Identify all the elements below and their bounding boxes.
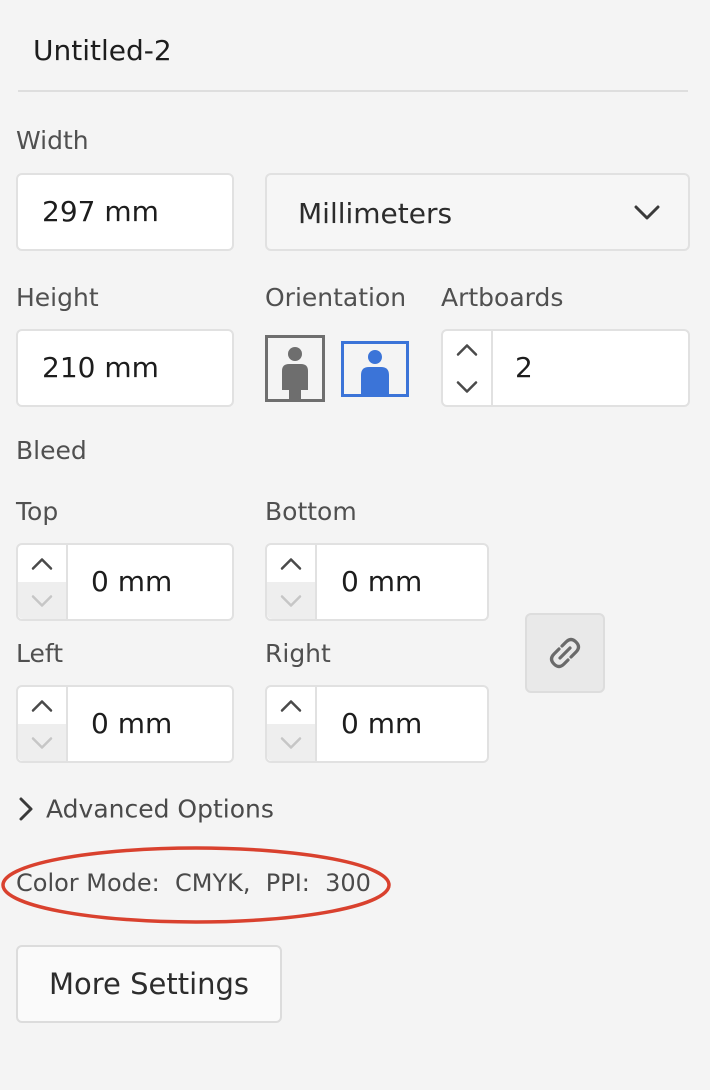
orientation-label: Orientation [265, 283, 407, 312]
bleed-left-decrement-button[interactable] [18, 724, 66, 761]
landscape-orientation-button[interactable] [341, 341, 409, 397]
artboards-stepper[interactable]: 2 [441, 329, 690, 407]
advanced-options-label: Advanced Options [46, 794, 274, 824]
height-label: Height [16, 283, 99, 312]
bleed-label: Bleed [16, 436, 87, 465]
bleed-left-value: 0 mm [91, 707, 173, 740]
advanced-options-toggle[interactable]: Advanced Options [18, 793, 274, 824]
bleed-left-increment-button[interactable] [18, 687, 66, 724]
portrait-orientation-button[interactable] [265, 335, 325, 402]
chevron-up-icon [280, 557, 302, 570]
portrait-icon [282, 347, 308, 399]
bleed-top-value: 0 mm [91, 565, 173, 598]
bleed-left-label: Left [16, 639, 64, 668]
chevron-down-icon [31, 736, 53, 749]
artboards-label: Artboards [441, 283, 564, 312]
more-settings-button[interactable]: More Settings [16, 945, 282, 1023]
chevron-down-icon [31, 594, 53, 607]
width-value: 297 mm [42, 195, 159, 228]
link-bleed-button[interactable] [525, 613, 605, 693]
bleed-bottom-increment-button[interactable] [267, 545, 315, 582]
width-input[interactable]: 297 mm [16, 173, 234, 251]
chevron-right-icon [19, 797, 33, 821]
artboards-value: 2 [515, 351, 533, 384]
chevron-up-icon [31, 557, 53, 570]
bleed-bottom-label: Bottom [265, 497, 357, 526]
highlight-ellipse [1, 846, 391, 924]
bleed-left-stepper-buttons [18, 687, 68, 761]
units-value: Millimeters [298, 197, 453, 230]
width-label: Width [16, 126, 89, 155]
bleed-right-increment-button[interactable] [267, 687, 315, 724]
chevron-up-icon [31, 699, 53, 712]
bleed-top-label: Top [16, 497, 59, 526]
bleed-right-stepper-buttons [267, 687, 317, 761]
chevron-down-icon [634, 205, 660, 220]
landscape-icon [361, 350, 389, 394]
bleed-top-stepper[interactable]: 0 mm [16, 543, 234, 621]
bleed-right-label: Right [265, 639, 331, 668]
document-name: Untitled-2 [33, 34, 172, 67]
bleed-bottom-stepper-buttons [267, 545, 317, 619]
link-icon [549, 637, 581, 669]
bleed-bottom-stepper[interactable]: 0 mm [265, 543, 489, 621]
chevron-up-icon [280, 699, 302, 712]
bleed-top-stepper-buttons [18, 545, 68, 619]
bleed-right-decrement-button[interactable] [267, 724, 315, 761]
bleed-top-decrement-button[interactable] [18, 582, 66, 619]
bleed-right-stepper[interactable]: 0 mm [265, 685, 489, 763]
artboards-decrement-button[interactable] [443, 368, 491, 405]
chevron-down-icon [456, 380, 478, 393]
bleed-bottom-value: 0 mm [341, 565, 423, 598]
height-value: 210 mm [42, 351, 159, 384]
height-input[interactable]: 210 mm [16, 329, 234, 407]
artboards-stepper-buttons [443, 331, 493, 405]
chevron-down-icon [280, 594, 302, 607]
units-dropdown[interactable]: Millimeters [265, 173, 690, 251]
document-name-field[interactable]: Untitled-2 [18, 18, 688, 92]
bleed-bottom-decrement-button[interactable] [267, 582, 315, 619]
bleed-right-value: 0 mm [341, 707, 423, 740]
artboards-increment-button[interactable] [443, 331, 491, 368]
chevron-down-icon [280, 736, 302, 749]
chevron-up-icon [456, 343, 478, 356]
bleed-left-stepper[interactable]: 0 mm [16, 685, 234, 763]
bleed-top-increment-button[interactable] [18, 545, 66, 582]
